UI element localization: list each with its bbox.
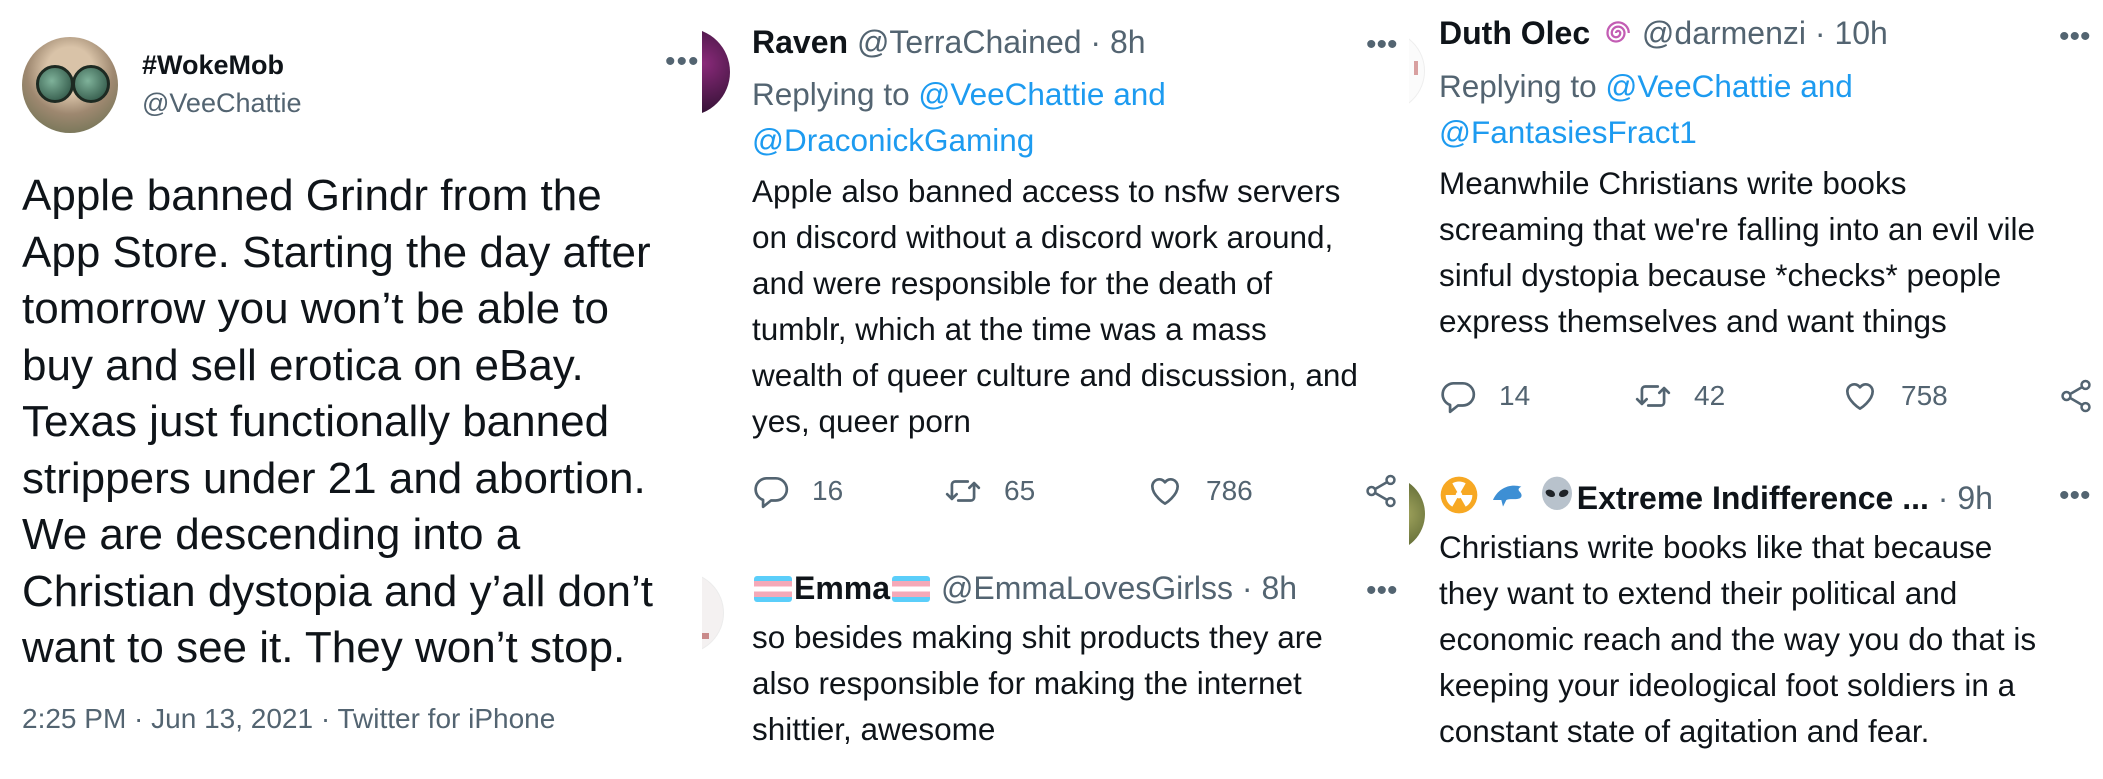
tweet-text: Apple also banned access to nsfw servers… bbox=[752, 173, 1358, 439]
retweet-button[interactable]: 65 bbox=[944, 472, 1035, 510]
mention-link[interactable]: @DraconickGaming bbox=[752, 122, 1034, 158]
avatar[interactable] bbox=[702, 28, 730, 116]
spiral-icon bbox=[1606, 21, 1630, 43]
tweet-header: Extreme Indifference ... · 9h bbox=[1439, 475, 1993, 517]
like-button[interactable]: 758 bbox=[1841, 377, 1948, 415]
retweet-icon bbox=[1635, 385, 1671, 407]
avatar-right-lens bbox=[72, 65, 110, 103]
more-dots-icon[interactable]: ••• bbox=[2059, 20, 2091, 54]
more-dots-icon[interactable]: ••• bbox=[2059, 479, 2091, 513]
retweet-icon bbox=[945, 480, 981, 502]
user-handle[interactable]: @TerraChained bbox=[857, 24, 1082, 60]
reply-count: 14 bbox=[1499, 380, 1531, 411]
like-count: 786 bbox=[1206, 475, 1253, 506]
user-handle[interactable]: @EmmaLovesGirlss bbox=[941, 570, 1233, 606]
dolphin-icon bbox=[1492, 485, 1522, 507]
tweet-time[interactable]: · 9h bbox=[1938, 480, 1993, 516]
more-dots-icon[interactable]: ••• bbox=[1366, 574, 1398, 608]
trans-flag-icon bbox=[754, 576, 792, 602]
main-tweet-panel: #WokeMob @VeeChattie ••• Apple banned Gr… bbox=[0, 0, 700, 779]
reply-button[interactable]: 16 bbox=[752, 472, 843, 510]
retweet-count: 42 bbox=[1694, 380, 1726, 411]
avatar[interactable] bbox=[1409, 476, 1425, 552]
tweet-actions: 16 65 786 bbox=[752, 472, 1402, 512]
heart-icon bbox=[1150, 477, 1180, 506]
tweet-time[interactable]: · 8h bbox=[1090, 24, 1145, 60]
replying-to: Replying to @VeeChattie and bbox=[752, 76, 1166, 113]
display-name[interactable]: Extreme Indifference ... bbox=[1577, 480, 1929, 516]
reply-icon bbox=[1441, 381, 1476, 414]
user-handle[interactable]: @VeeChattie bbox=[142, 88, 302, 119]
tweet-text: Meanwhile Christians write books screami… bbox=[1439, 165, 2036, 339]
tweet-time[interactable]: · 8h bbox=[1242, 570, 1297, 606]
like-count: 758 bbox=[1901, 380, 1948, 411]
replying-to-label: Replying to bbox=[1439, 68, 1597, 104]
reply-panel-right: Duth Olec @darmenzi · 10h ••• Replying t… bbox=[1409, 0, 2103, 779]
avatar-left-lens bbox=[36, 65, 74, 103]
replying-to-continued: @DraconickGaming bbox=[752, 122, 1034, 159]
alien-icon bbox=[1541, 476, 1572, 510]
more-dots-icon[interactable]: ••• bbox=[665, 45, 700, 79]
reply-panel-middle: Raven @TerraChained · 8h ••• Replying to… bbox=[702, 0, 1407, 779]
trans-flag-icon bbox=[892, 576, 931, 602]
retweet-button[interactable]: 42 bbox=[1634, 377, 1725, 415]
more-dots-icon[interactable]: ••• bbox=[1366, 28, 1398, 62]
replying-to: Replying to @VeeChattie and bbox=[1439, 68, 1853, 105]
replying-to-label: Replying to bbox=[752, 76, 910, 112]
retweet-count: 65 bbox=[1004, 475, 1036, 506]
tweet-header: Duth Olec @darmenzi · 10h bbox=[1439, 15, 1888, 52]
tweet-text: Christians write books like that because… bbox=[1439, 529, 2037, 749]
display-name[interactable]: Emma bbox=[794, 570, 890, 606]
heart-icon bbox=[1845, 382, 1875, 411]
tweet-text: Apple banned Grindr from the App Store. … bbox=[22, 171, 654, 672]
like-button[interactable]: 786 bbox=[1146, 472, 1253, 510]
reply-icon bbox=[754, 476, 789, 509]
tweet-timestamp[interactable]: 2:25 PM · Jun 13, 2021 · Twitter for iPh… bbox=[22, 703, 555, 735]
mention-link[interactable]: @VeeChattie and bbox=[918, 76, 1165, 112]
reply-count: 16 bbox=[812, 475, 844, 506]
tweet-header: Emma @EmmaLovesGirlss · 8h bbox=[752, 570, 1297, 607]
avatar[interactable] bbox=[22, 37, 118, 133]
radioactive-icon bbox=[1440, 476, 1478, 514]
share-button[interactable] bbox=[2057, 377, 2095, 415]
avatar[interactable] bbox=[1409, 30, 1425, 112]
share-icon bbox=[2061, 379, 2091, 413]
reply-button[interactable]: 14 bbox=[1439, 377, 1530, 415]
tweet-time[interactable]: · 10h bbox=[1815, 15, 1888, 51]
share-button[interactable] bbox=[1362, 472, 1400, 510]
display-name[interactable]: Raven bbox=[752, 24, 848, 60]
user-handle[interactable]: @darmenzi bbox=[1642, 15, 1806, 51]
tweet-header: Raven @TerraChained · 8h bbox=[752, 24, 1146, 61]
tweet-actions: 14 42 758 bbox=[1439, 377, 2099, 417]
mention-link[interactable]: @VeeChattie and bbox=[1605, 68, 1852, 104]
replying-to-continued: @FantasiesFract1 bbox=[1439, 114, 1697, 151]
display-name[interactable]: Duth Olec bbox=[1439, 15, 1590, 51]
avatar[interactable] bbox=[702, 572, 724, 654]
display-name[interactable]: #WokeMob bbox=[142, 50, 284, 81]
share-icon bbox=[1366, 474, 1396, 508]
tweet-text: so besides making shit products they are… bbox=[752, 619, 1323, 747]
mention-link[interactable]: @FantasiesFract1 bbox=[1439, 114, 1697, 150]
